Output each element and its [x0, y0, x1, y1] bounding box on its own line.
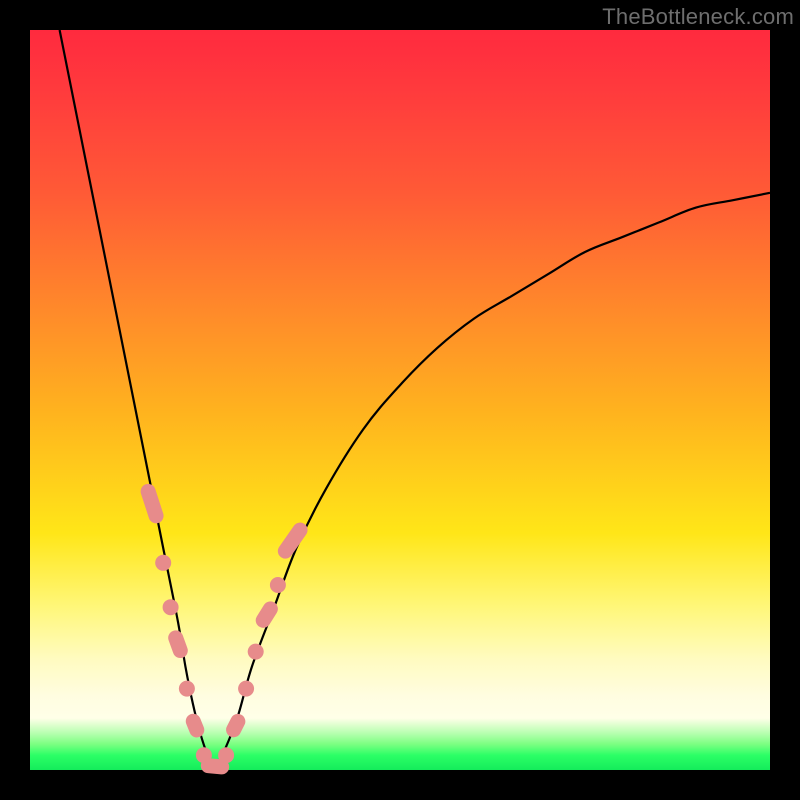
- data-marker-dot: [270, 577, 286, 593]
- data-marker-pill: [183, 711, 206, 739]
- data-marker-dot: [155, 555, 171, 571]
- chart-svg: [30, 30, 770, 770]
- chart-frame: TheBottleneck.com: [0, 0, 800, 800]
- plot-area: [30, 30, 770, 770]
- data-marker-pill: [139, 482, 166, 525]
- data-marker-dot: [179, 681, 195, 697]
- bottleneck-curve: [60, 30, 770, 770]
- watermark-text: TheBottleneck.com: [602, 4, 794, 30]
- data-marker-dot: [238, 681, 254, 697]
- data-marker-dot: [218, 747, 234, 763]
- data-marker-pill: [166, 628, 190, 660]
- data-marker-pill: [223, 711, 247, 740]
- data-marker-dot: [248, 644, 264, 660]
- data-marker-dot: [163, 599, 179, 615]
- data-markers: [139, 482, 311, 775]
